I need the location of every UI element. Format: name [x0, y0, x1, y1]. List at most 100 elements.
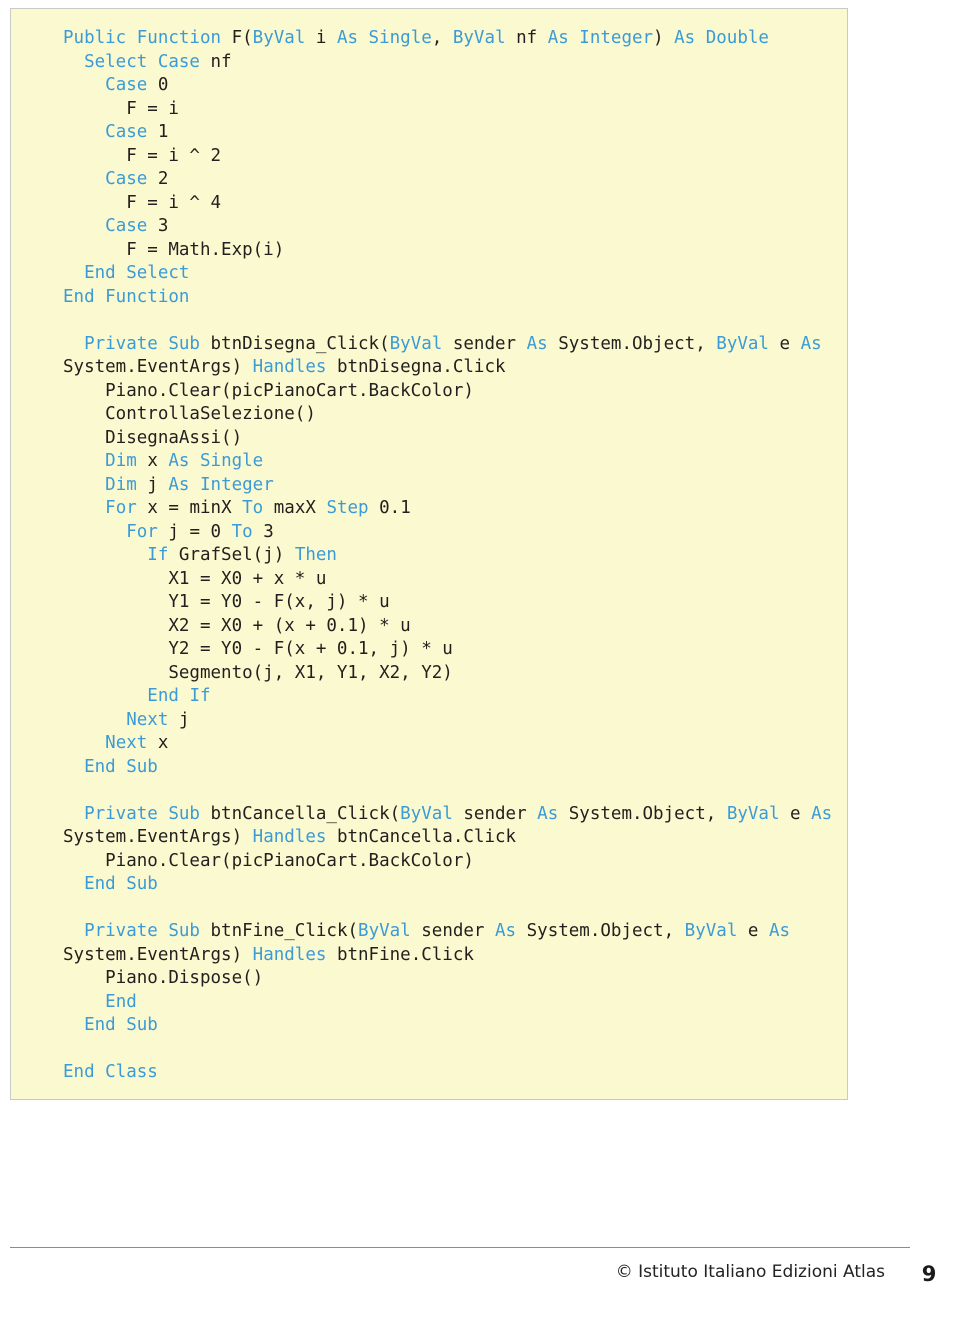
code-line: System.EventArgs) Handles btnCancella.Cl… — [63, 826, 847, 850]
code-keyword: End Class — [63, 1062, 158, 1082]
code-line: End Sub — [63, 873, 847, 897]
code-keyword: Public Function — [63, 28, 232, 48]
code-text: DisegnaAssi() — [63, 427, 243, 448]
code-text: System.EventArgs) — [63, 357, 253, 377]
code-text: ControllaSelezione() — [63, 404, 316, 424]
code-line: End Function — [63, 286, 847, 310]
code-text: 1 — [157, 122, 169, 142]
code-keyword: As — [811, 803, 833, 824]
code-line: Next x — [63, 732, 847, 756]
code-text: System.Object, — [526, 921, 685, 941]
code-text: F( — [231, 28, 253, 48]
code-line: Case 1 — [63, 121, 847, 145]
code-text: btnFine_Click( — [210, 921, 359, 941]
code-line: X1 = X0 + x * u — [63, 568, 847, 592]
code-text: F = i ^ 2 — [63, 145, 222, 166]
code-text: Y1 = Y0 - F(x, j) * u — [63, 592, 390, 612]
code-text: System.EventArgs) — [63, 827, 253, 847]
document-page: Public Function F( ByVal i As Single, ByV… — [0, 0, 960, 1331]
code-keyword: As Single — [168, 451, 264, 471]
code-line: End — [63, 991, 847, 1015]
code-line: Select Case nf — [63, 51, 847, 75]
code-text: sender — [463, 803, 538, 824]
code-text: sender — [452, 333, 527, 354]
code-text: Y2 = Y0 - F(x + 0.1, j) * u — [63, 639, 453, 659]
code-keyword: End Sub — [84, 756, 158, 777]
code-text: btnDisegna.Click — [336, 357, 506, 377]
code-keyword: Next — [105, 733, 158, 753]
code-line: Dim j As Integer — [63, 474, 847, 498]
code-keyword: ByVal — [684, 921, 748, 941]
code-text: System.Object, — [568, 803, 727, 824]
code-text: , — [431, 28, 453, 48]
code-text: btnFine.Click — [336, 944, 474, 965]
code-line: F = i — [63, 98, 847, 122]
code-text: F = Math.Exp(i) — [63, 239, 285, 260]
code-text: j — [178, 709, 190, 730]
code-keyword: As Double — [674, 28, 769, 48]
code-text: btnDisegna_Click( — [210, 333, 390, 354]
code-keyword: As Single — [336, 28, 432, 48]
code-keyword: Dim — [105, 451, 148, 471]
code-line: Next j — [63, 709, 847, 733]
code-line: End Class — [63, 1061, 847, 1085]
code-keyword: As Integer — [168, 474, 274, 495]
code-text: ) — [653, 28, 675, 48]
footer-copyright: © Istituto Italiano Edizioni Atlas — [615, 1262, 885, 1282]
code-line: Y2 = Y0 - F(x + 0.1, j) * u — [63, 638, 847, 662]
code-line: F = i ^ 4 — [63, 192, 847, 216]
code-keyword: ByVal — [726, 803, 791, 824]
code-line: Dim x As Single — [63, 450, 847, 474]
code-keyword: As — [768, 921, 791, 941]
code-line: Piano.Clear(picPianoCart.BackColor) — [63, 380, 847, 404]
code-line: Case 0 — [63, 74, 847, 98]
code-line: ControllaSelezione() — [63, 403, 847, 427]
code-text: 2 — [157, 169, 169, 189]
code-keyword: Case — [105, 216, 158, 236]
code-text: i — [315, 28, 337, 48]
code-keyword: As — [526, 333, 559, 354]
code-line: System.EventArgs) Handles btnFine.Click — [63, 944, 847, 968]
code-line: Case 3 — [63, 215, 847, 239]
code-keyword: End Sub — [84, 874, 158, 894]
code-keyword: End Select — [84, 263, 190, 283]
code-keyword: ByVal — [716, 333, 780, 354]
code-text: btnCancella_Click( — [210, 803, 401, 824]
code-text: 0 — [157, 75, 169, 95]
code-keyword: End Sub — [84, 1015, 158, 1035]
code-listing: Public Function F( ByVal i As Single, ByV… — [11, 27, 847, 1085]
code-keyword: Then — [294, 545, 337, 565]
code-text: 3 — [157, 216, 169, 236]
footer-divider — [10, 1247, 910, 1248]
code-line: End If — [63, 685, 847, 709]
code-text: maxX — [273, 498, 327, 518]
code-line: System.EventArgs) Handles btnDisegna.Cli… — [63, 356, 847, 380]
code-line: Piano.Dispose() — [63, 967, 847, 991]
code-line: For x = minX To maxX Step 0.1 — [63, 497, 847, 521]
code-text: 3 — [263, 521, 274, 542]
code-keyword: ByVal — [389, 333, 453, 354]
code-text: System.Object, — [558, 333, 717, 354]
page-number: 9 — [910, 1255, 948, 1293]
code-text: 0.1 — [379, 498, 411, 518]
code-keyword: Step — [326, 498, 380, 518]
code-keyword: As Integer — [547, 28, 654, 48]
code-keyword: ByVal — [452, 28, 517, 48]
code-keyword: If — [147, 545, 179, 565]
code-line: Y1 = Y0 - F(x, j) * u — [63, 591, 847, 615]
